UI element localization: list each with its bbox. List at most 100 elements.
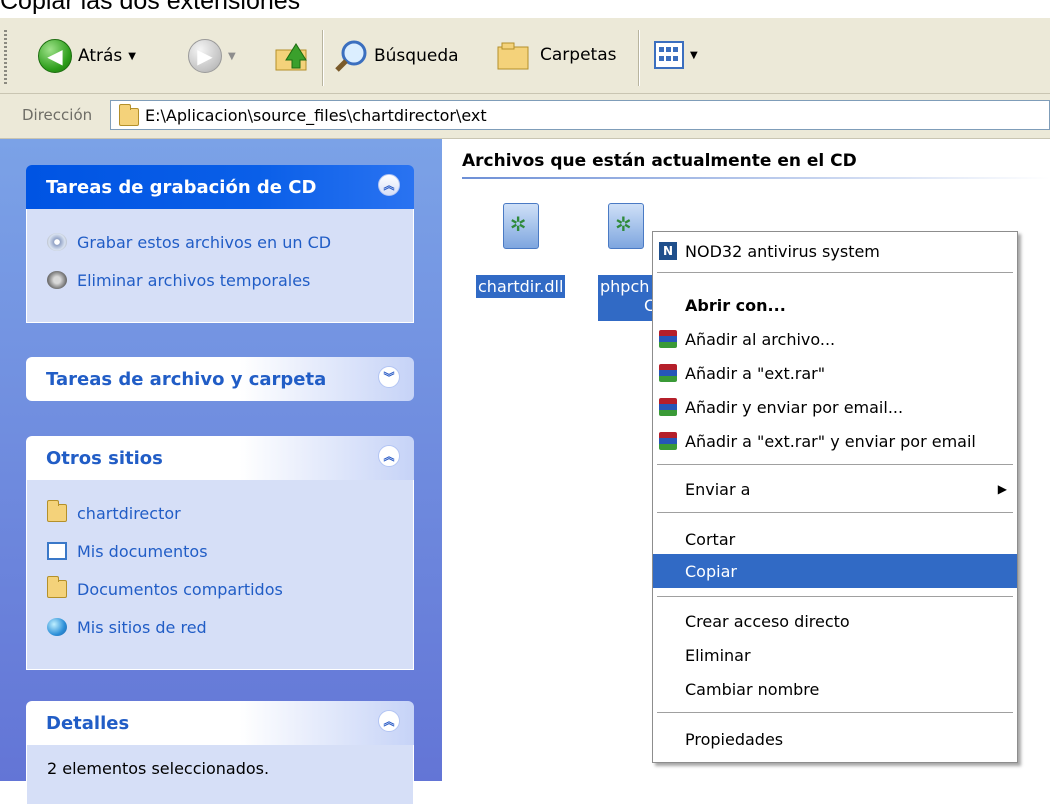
forward-arrow-icon: ▶	[188, 39, 222, 73]
task-pane: Tareas de grabación de CD ︽ Grabar estos…	[0, 139, 442, 805]
menu-item-cut[interactable]: Cortar	[653, 522, 1017, 556]
menu-item-add-ext-rar[interactable]: Añadir a "ext.rar"	[653, 356, 1017, 390]
menu-label: Copiar	[685, 561, 737, 581]
file-item-phpchartdir[interactable]: phpch C	[598, 203, 656, 321]
caption-text: Copiar las dos extensiones	[0, 0, 301, 15]
winrar-icon	[659, 432, 677, 450]
file-name: phpch C	[598, 275, 656, 321]
cd-files-heading: Archivos que están actualmente en el CD	[462, 151, 857, 171]
details-header[interactable]: Detalles ︽	[26, 701, 414, 745]
other-places-panel: Otros sitios ︽ chartdirector Mis documen…	[26, 436, 414, 670]
menu-item-nod32[interactable]: N NOD32 antivirus system	[653, 234, 1017, 268]
folders-button[interactable]: Carpetas	[496, 39, 616, 71]
collapse-chevron-icon[interactable]: ︽	[378, 174, 400, 196]
menu-item-delete[interactable]: Eliminar	[653, 638, 1017, 672]
menu-label: NOD32 antivirus system	[685, 241, 880, 261]
views-button[interactable]: ▼	[654, 41, 698, 69]
menu-label: Añadir y enviar por email...	[685, 397, 904, 417]
back-button[interactable]: ◀ Atrás ▼	[38, 39, 136, 73]
network-icon	[47, 618, 67, 636]
menu-label: Propiedades	[685, 729, 784, 749]
file-name: chartdir.dll	[476, 275, 566, 298]
dll-file-icon	[502, 203, 539, 249]
winrar-icon	[659, 330, 677, 348]
details-text: 2 elementos seleccionados.	[47, 759, 270, 778]
menu-item-add-archive[interactable]: Añadir al archivo...	[653, 322, 1017, 356]
cd-tasks-panel: Tareas de grabación de CD ︽ Grabar estos…	[26, 165, 414, 323]
folders-label: Carpetas	[540, 45, 617, 65]
menu-label: Añadir al archivo...	[685, 329, 836, 349]
winrar-icon	[659, 364, 677, 382]
file-name-line2: C	[644, 296, 656, 315]
place-shared-documents[interactable]: Documentos compartidos	[47, 570, 413, 608]
dll-file-icon	[608, 203, 644, 249]
cd-tasks-title: Tareas de grabación de CD	[46, 177, 317, 198]
up-folder-icon	[275, 43, 307, 71]
folder-icon	[47, 500, 67, 522]
menu-label: Cambiar nombre	[685, 679, 820, 699]
folder-icon	[47, 576, 67, 598]
winrar-icon	[659, 398, 677, 416]
views-icon	[654, 41, 684, 69]
nod32-icon: N	[659, 242, 677, 260]
cd-burn-icon	[47, 233, 67, 251]
heading-divider	[462, 177, 1050, 179]
views-dropdown-icon[interactable]: ▼	[690, 50, 698, 61]
details-title: Detalles	[46, 713, 130, 734]
details-panel: Detalles ︽ 2 elementos seleccionados.	[26, 701, 414, 805]
address-bar: Dirección E:\Aplicacion\source_files\cha…	[0, 94, 1050, 139]
menu-item-rename[interactable]: Cambiar nombre	[653, 672, 1017, 706]
menu-item-send-to[interactable]: Enviar a ▶	[653, 472, 1017, 506]
menu-label: Abrir con...	[685, 295, 786, 315]
folder-icon	[119, 104, 139, 126]
back-arrow-icon: ◀	[38, 39, 72, 73]
back-label: Atrás	[78, 46, 123, 66]
delete-temp-files-link[interactable]: Eliminar archivos temporales	[47, 261, 413, 299]
cd-tasks-header[interactable]: Tareas de grabación de CD ︽	[26, 165, 414, 209]
search-label: Búsqueda	[374, 46, 459, 66]
place-label: Mis sitios de red	[77, 617, 207, 637]
menu-item-properties[interactable]: Propiedades	[653, 722, 1017, 756]
menu-item-add-send-email[interactable]: Añadir y enviar por email...	[653, 390, 1017, 424]
folders-icon	[497, 42, 529, 70]
menu-label: Eliminar	[685, 645, 751, 665]
place-label: chartdirector	[77, 503, 181, 523]
forward-dropdown-icon: ▼	[228, 50, 236, 62]
menu-label: Enviar a	[685, 479, 751, 499]
other-places-header[interactable]: Otros sitios ︽	[26, 436, 414, 480]
other-places-title: Otros sitios	[46, 448, 163, 469]
forward-button[interactable]: ▶ ▼	[188, 39, 236, 73]
file-tasks-panel: Tareas de archivo y carpeta ︾	[26, 357, 414, 401]
address-path: E:\Aplicacion\source_files\chartdirector…	[145, 105, 487, 125]
menu-item-open-with[interactable]: Abrir con...	[653, 288, 1017, 322]
collapse-chevron-icon[interactable]: ︽	[378, 445, 400, 467]
menu-item-create-shortcut[interactable]: Crear acceso directo	[653, 604, 1017, 638]
menu-label: Crear acceso directo	[685, 611, 850, 631]
search-button[interactable]: Búsqueda	[334, 39, 459, 73]
submenu-arrow-icon: ▶	[997, 482, 1007, 496]
collapse-chevron-icon[interactable]: ︽	[378, 710, 400, 732]
place-network[interactable]: Mis sitios de red	[47, 608, 413, 646]
menu-item-add-ext-rar-send[interactable]: Añadir a "ext.rar" y enviar por email	[653, 424, 1017, 458]
burn-cd-link[interactable]: Grabar estos archivos en un CD	[47, 223, 413, 261]
menu-label: Añadir a "ext.rar" y enviar por email	[685, 431, 976, 451]
address-label: Dirección	[22, 106, 93, 124]
delete-temp-icon	[47, 271, 67, 289]
menu-label: Cortar	[685, 529, 736, 549]
menu-item-copy[interactable]: Copiar	[653, 554, 1017, 588]
place-label: Mis documentos	[77, 541, 208, 561]
address-field[interactable]: E:\Aplicacion\source_files\chartdirector…	[110, 100, 1050, 130]
file-tasks-title: Tareas de archivo y carpeta	[46, 369, 327, 390]
place-label: Documentos compartidos	[77, 579, 283, 599]
context-menu: N NOD32 antivirus system Abrir con... Añ…	[652, 231, 1018, 763]
place-my-documents[interactable]: Mis documentos	[47, 532, 413, 570]
back-dropdown-icon[interactable]: ▼	[128, 51, 136, 62]
expand-chevron-icon[interactable]: ︾	[378, 366, 400, 388]
file-item-chartdir[interactable]: chartdir.dll	[476, 203, 566, 298]
file-tasks-header[interactable]: Tareas de archivo y carpeta ︾	[26, 357, 414, 401]
place-chartdirector[interactable]: chartdirector	[47, 494, 413, 532]
delete-temp-label: Eliminar archivos temporales	[77, 270, 311, 290]
up-folder-button[interactable]	[274, 36, 312, 74]
documents-icon	[47, 542, 67, 560]
toolbar-grip[interactable]	[4, 30, 7, 86]
